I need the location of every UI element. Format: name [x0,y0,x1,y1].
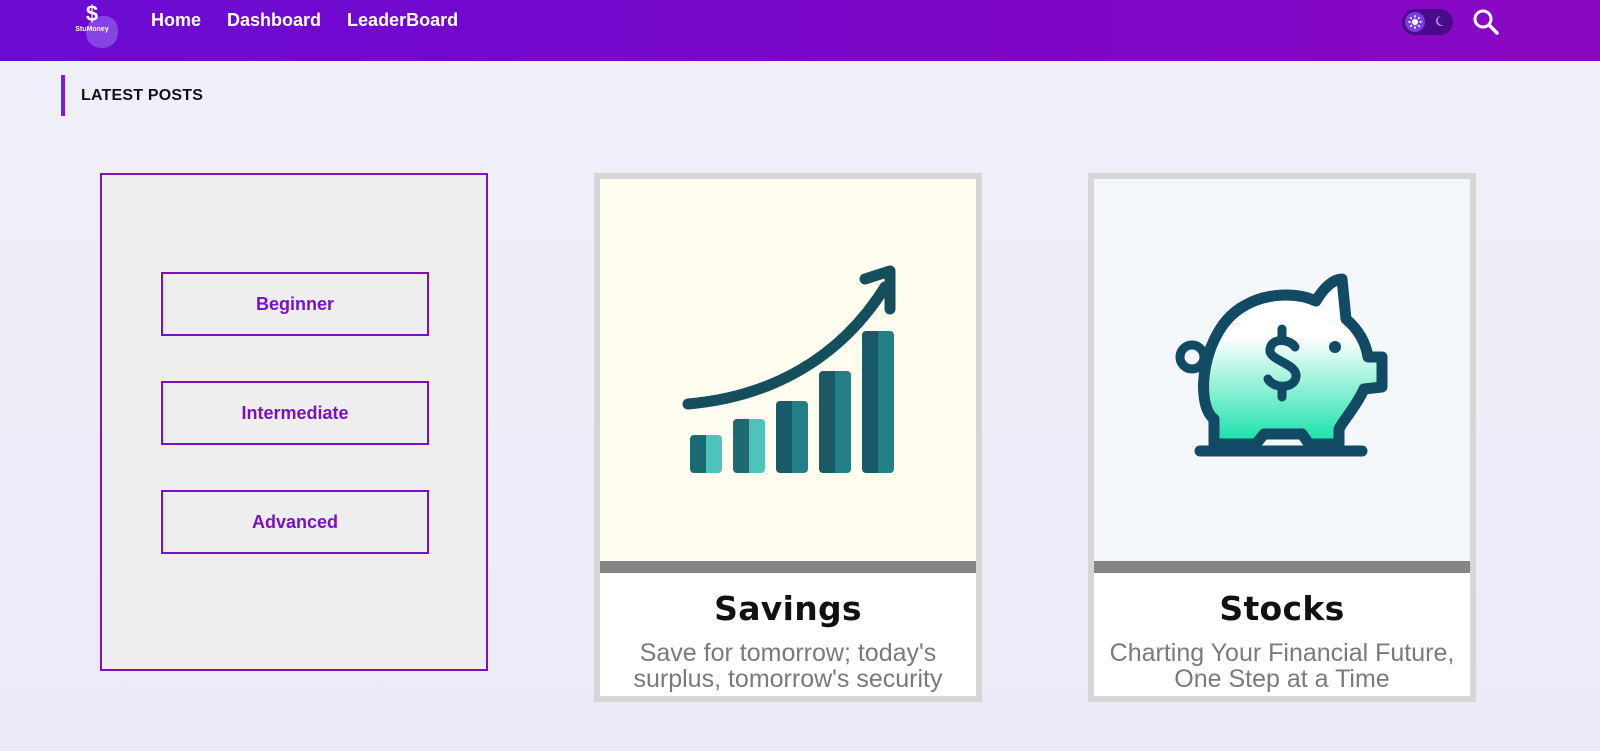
stumoney-logo[interactable]: $ StuMoney [72,2,120,50]
level-selector-card: Beginner Intermediate Advanced [100,173,488,671]
theme-toggle[interactable] [1402,9,1453,35]
main-nav: Home Dashboard LeaderBoard [151,10,484,30]
post-title: Stocks [1219,589,1345,628]
post-title: Savings [714,589,862,628]
post-card-savings[interactable]: Savings Save for tomorrow; today's surpl… [594,173,982,702]
image-divider [1094,561,1470,573]
post-description: Charting Your Financial Future, One Step… [1109,639,1455,693]
advanced-button[interactable]: Advanced [161,490,429,554]
logo-name: StuMoney [75,26,109,33]
savings-image [600,179,976,561]
sun-icon [1405,12,1425,32]
piggy-bank-icon [1175,273,1388,457]
moon-icon [1436,16,1444,26]
post-description: Save for tomorrow; today's surplus, tomo… [633,639,943,693]
growth-chart-icon [682,265,896,473]
stocks-image [1094,179,1470,561]
logo-dollar-symbol: $ [85,1,99,26]
post-card-stocks[interactable]: Stocks Charting Your Financial Future, O… [1088,173,1476,702]
top-navbar: $ StuMoney Home Dashboard LeaderBoard [0,0,1600,61]
nav-leaderboard[interactable]: LeaderBoard [347,10,458,30]
nav-dashboard[interactable]: Dashboard [227,10,321,30]
beginner-button[interactable]: Beginner [161,272,429,336]
nav-home[interactable]: Home [151,10,201,30]
search-icon[interactable] [1472,8,1500,36]
latest-posts-heading: LATEST POSTS [61,75,203,116]
image-divider [600,561,976,573]
intermediate-button[interactable]: Intermediate [161,381,429,445]
